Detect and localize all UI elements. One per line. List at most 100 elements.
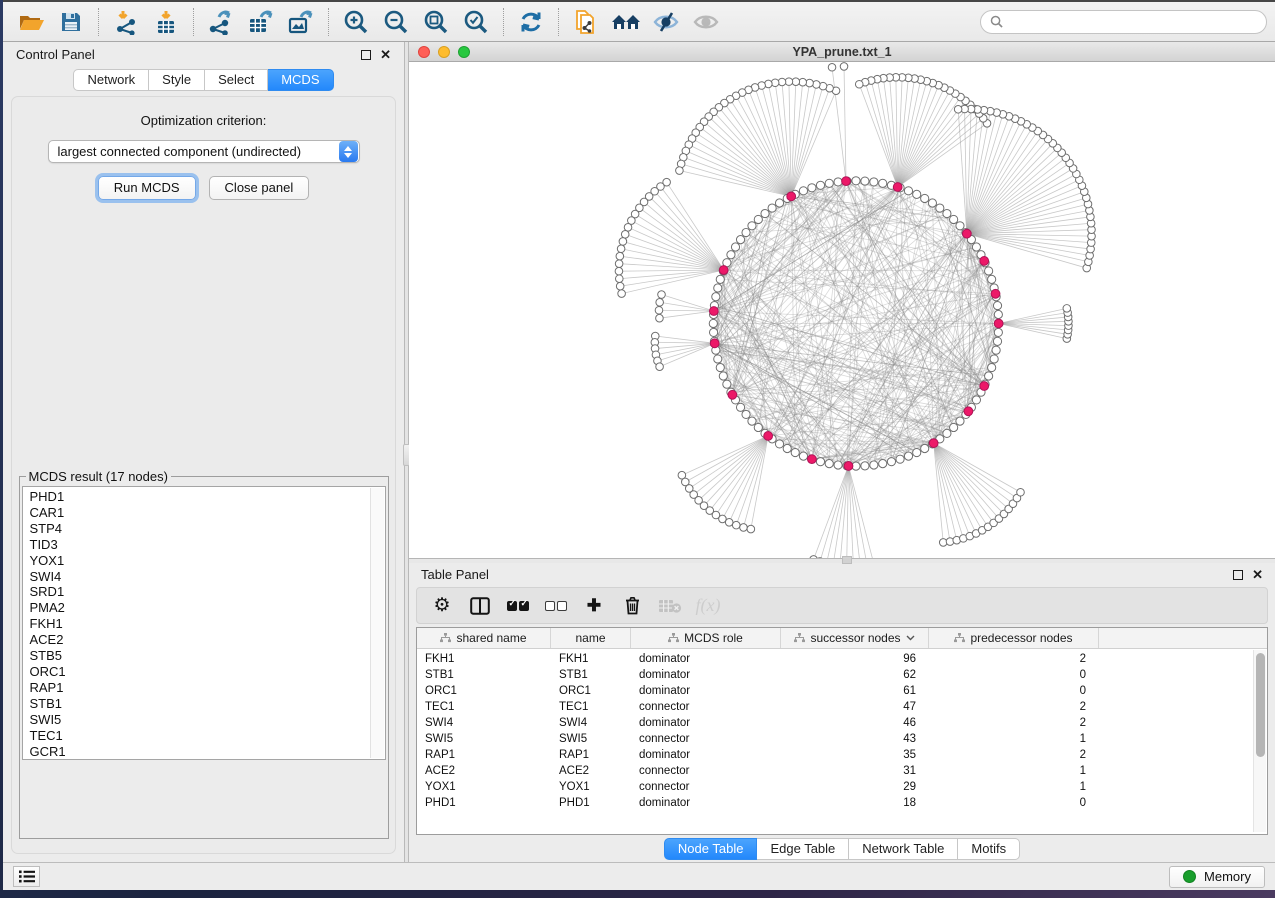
table-row[interactable]: ACE2ACE2connector311	[417, 763, 1267, 779]
table-cell: RAP1	[551, 747, 631, 763]
memory-button[interactable]: Memory	[1169, 866, 1265, 888]
fx-icon: f(x)	[696, 595, 721, 616]
mcds-result-item[interactable]: ORC1	[30, 664, 369, 680]
mcds-result-item[interactable]: STP4	[30, 521, 369, 537]
table-row[interactable]: ORC1ORC1dominator610	[417, 683, 1267, 699]
network-canvas[interactable]	[409, 62, 1275, 558]
tab-node-table[interactable]: Node Table	[664, 838, 758, 860]
mcds-result-item[interactable]: STB5	[30, 648, 369, 664]
mcds-result-item[interactable]: SRD1	[30, 584, 369, 600]
mcds-result-item[interactable]: RAP1	[30, 680, 369, 696]
unchecked-box-icon	[545, 601, 555, 611]
table-row[interactable]: SWI4SWI4dominator462	[417, 715, 1267, 731]
mcds-result-item[interactable]: SWI5	[30, 712, 369, 728]
mcds-result-item[interactable]: STB1	[30, 696, 369, 712]
table-row[interactable]: TEC1TEC1connector472	[417, 699, 1267, 715]
mcds-result-item[interactable]: FKH1	[30, 616, 369, 632]
hide-selected-button[interactable]	[646, 5, 686, 39]
tab-network[interactable]: Network	[73, 69, 149, 91]
float-panel-icon[interactable]	[1233, 570, 1243, 580]
list-scrollbar[interactable]	[370, 488, 384, 758]
table-row[interactable]: PHD1PHD1dominator180	[417, 795, 1267, 811]
close-panel-icon[interactable]: ✕	[1252, 570, 1263, 580]
table-row[interactable]: STB1STB1dominator620	[417, 667, 1267, 683]
two-houses-button[interactable]	[606, 5, 646, 39]
select-all-columns-button[interactable]	[499, 591, 537, 621]
export-table-button[interactable]	[241, 5, 281, 39]
column-header-predecessor-nodes[interactable]: predecessor nodes	[929, 628, 1099, 648]
column-header-successor-nodes[interactable]: successor nodes	[781, 628, 929, 648]
table-cell: SWI4	[417, 715, 551, 731]
mcds-result-list: PHD1CAR1STP4TID3YOX1SWI4SRD1PMA2FKH1ACE2…	[22, 486, 386, 760]
table-row[interactable]: YOX1YOX1connector291	[417, 779, 1267, 795]
splitter-grip[interactable]	[842, 556, 852, 564]
table-row[interactable]: FKH1FKH1dominator962	[417, 651, 1267, 667]
deselect-all-columns-button[interactable]	[537, 591, 575, 621]
table-header-row: shared name name	[417, 628, 1267, 649]
list-icon	[19, 870, 35, 883]
zoom-selected-button[interactable]	[456, 5, 496, 39]
export-network-button[interactable]	[201, 5, 241, 39]
column-header-name[interactable]: name	[551, 628, 631, 648]
table-cell: ACE2	[551, 763, 631, 779]
delete-column-button[interactable]	[613, 591, 651, 621]
search-icon	[990, 15, 1003, 28]
run-mcds-button[interactable]: Run MCDS	[98, 176, 196, 200]
tab-select[interactable]: Select	[205, 69, 268, 91]
column-header-shared-name[interactable]: shared name	[417, 628, 551, 648]
mcds-result-item[interactable]: PMA2	[30, 600, 369, 616]
mcds-result-item[interactable]: ACE2	[30, 632, 369, 648]
mcds-result-item[interactable]: CAR1	[30, 505, 369, 521]
apply-layout-button[interactable]	[511, 5, 551, 39]
open-file-button[interactable]	[11, 5, 51, 39]
table-row[interactable]: RAP1RAP1dominator352	[417, 747, 1267, 763]
clone-network-button[interactable]	[566, 5, 606, 39]
horizontal-splitter[interactable]	[409, 559, 1275, 563]
close-panel-button[interactable]: Close panel	[209, 176, 310, 200]
close-window-icon[interactable]	[418, 46, 430, 58]
table-cell: RAP1	[417, 747, 551, 763]
zoom-selected-icon	[463, 9, 489, 35]
mcds-result-item[interactable]: SWI4	[30, 569, 369, 585]
show-columns-button[interactable]	[461, 591, 499, 621]
tab-motifs[interactable]: Motifs	[958, 838, 1020, 860]
close-panel-icon[interactable]: ✕	[380, 50, 391, 60]
import-network-button[interactable]	[106, 5, 146, 39]
table-row[interactable]: SWI5SWI5connector431	[417, 731, 1267, 747]
tab-mcds[interactable]: MCDS	[268, 69, 333, 91]
tab-network-table[interactable]: Network Table	[849, 838, 958, 860]
table-panel: Table Panel ✕ ⚙	[409, 563, 1275, 862]
float-panel-icon[interactable]	[361, 50, 371, 60]
tab-edge-table[interactable]: Edge Table	[757, 838, 849, 860]
export-image-button[interactable]	[281, 5, 321, 39]
minimize-window-icon[interactable]	[438, 46, 450, 58]
table-cell: 2	[929, 651, 1099, 667]
zoom-out-button[interactable]	[376, 5, 416, 39]
search-input[interactable]	[1009, 15, 1257, 29]
status-bar: Memory	[3, 862, 1275, 890]
table-cell: 43	[781, 731, 929, 747]
maximize-window-icon[interactable]	[458, 46, 470, 58]
table-cell: ORC1	[417, 683, 551, 699]
table-cell: 61	[781, 683, 929, 699]
table-scrollbar[interactable]	[1253, 650, 1266, 832]
toolbar-search[interactable]	[980, 10, 1267, 34]
mcds-result-item[interactable]: TEC1	[30, 728, 369, 744]
mcds-result-item[interactable]: GCR1	[30, 744, 369, 760]
column-header-mcds-role[interactable]: MCDS role	[631, 628, 781, 648]
zoom-in-button[interactable]	[336, 5, 376, 39]
zoom-fit-button[interactable]	[416, 5, 456, 39]
task-history-button[interactable]	[13, 866, 40, 887]
optimization-criterion-select[interactable]: largest connected component (undirected)	[48, 140, 360, 163]
mcds-result-item[interactable]: PHD1	[30, 489, 369, 505]
tab-style[interactable]: Style	[149, 69, 205, 91]
import-table-button[interactable]	[146, 5, 186, 39]
scrollbar-thumb[interactable]	[1256, 653, 1265, 757]
save-session-button[interactable]	[51, 5, 91, 39]
create-column-button[interactable]: ✚	[575, 591, 613, 621]
mcds-result-item[interactable]: YOX1	[30, 553, 369, 569]
network-graph[interactable]	[409, 62, 1275, 558]
mcds-result-item[interactable]: TID3	[30, 537, 369, 553]
table-settings-button[interactable]: ⚙	[423, 591, 461, 621]
table-cell: 1	[929, 763, 1099, 779]
